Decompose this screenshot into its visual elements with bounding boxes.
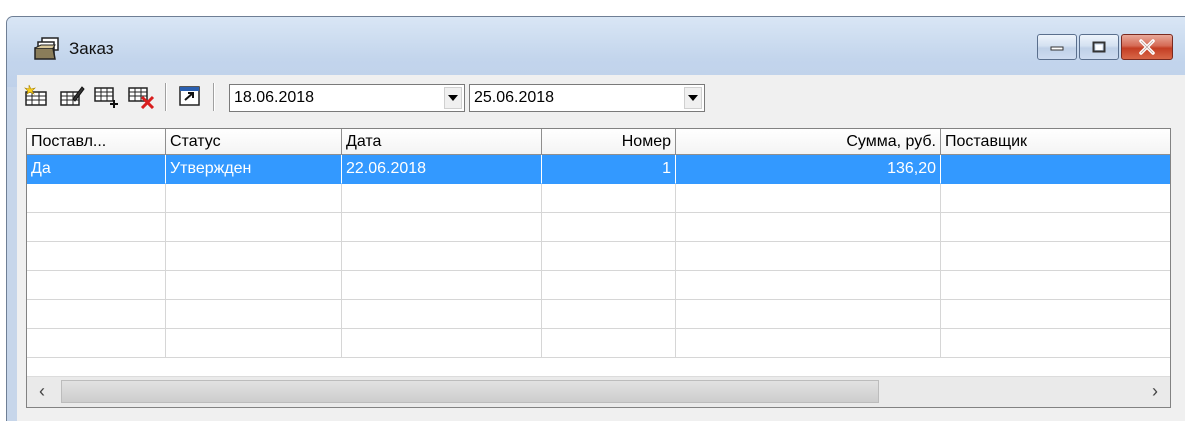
empty-cell xyxy=(676,213,941,242)
empty-cell xyxy=(166,300,342,329)
empty-table-row[interactable] xyxy=(27,271,1170,300)
empty-table-row[interactable] xyxy=(27,329,1170,358)
delete-row-icon xyxy=(128,87,155,110)
window-title: Заказ xyxy=(69,39,114,58)
caption-buttons xyxy=(1035,34,1173,64)
close-button[interactable] xyxy=(1121,34,1173,60)
empty-cell xyxy=(676,329,941,358)
toolbar: 18.06.2018 25.06.2018 xyxy=(17,75,1185,119)
close-icon xyxy=(1139,39,1155,55)
chevron-down-icon xyxy=(448,95,458,101)
add-row-button[interactable] xyxy=(93,83,119,109)
empty-cell xyxy=(542,184,676,213)
empty-table-row[interactable] xyxy=(27,242,1170,271)
empty-cell xyxy=(542,271,676,300)
empty-cell xyxy=(542,213,676,242)
orders-grid[interactable]: Поставл... Статус Дата Номер Сумма, руб.… xyxy=(26,128,1171,408)
cell-supplier xyxy=(941,155,1170,184)
column-header-date[interactable]: Дата xyxy=(342,129,542,155)
empty-cell xyxy=(542,329,676,358)
empty-cell xyxy=(166,271,342,300)
cell-sum: 136,20 xyxy=(676,155,941,184)
empty-cell xyxy=(676,242,941,271)
column-header-status[interactable]: Статус xyxy=(166,129,342,155)
empty-cell xyxy=(941,242,1170,271)
column-header-number[interactable]: Номер xyxy=(542,129,676,155)
empty-table-row[interactable] xyxy=(27,300,1170,329)
empty-cell xyxy=(166,242,342,271)
scroll-left-button[interactable]: ‹ xyxy=(27,377,57,407)
empty-cell xyxy=(941,213,1170,242)
maximize-icon xyxy=(1092,41,1106,53)
grid-header: Поставл... Статус Дата Номер Сумма, руб.… xyxy=(27,129,1170,155)
empty-cell xyxy=(941,184,1170,213)
cell-number: 1 xyxy=(542,155,676,184)
chevron-down-icon xyxy=(688,95,698,101)
minimize-icon xyxy=(1050,46,1064,51)
empty-cell xyxy=(941,329,1170,358)
empty-cell xyxy=(542,242,676,271)
empty-cell xyxy=(676,300,941,329)
empty-cell xyxy=(27,213,166,242)
cell-status: Утвержден xyxy=(166,155,342,184)
empty-cell xyxy=(27,329,166,358)
open-document-button[interactable] xyxy=(177,83,203,109)
date-to-combo[interactable]: 25.06.2018 xyxy=(469,84,705,112)
empty-cell xyxy=(27,271,166,300)
empty-cell xyxy=(27,242,166,271)
empty-cell xyxy=(166,329,342,358)
empty-table-row[interactable] xyxy=(27,213,1170,242)
column-header-delivered[interactable]: Поставл... xyxy=(27,129,166,155)
table-row[interactable]: Да Утвержден 22.06.2018 1 136,20 xyxy=(27,155,1170,184)
empty-cell xyxy=(342,213,542,242)
cell-date: 22.06.2018 xyxy=(342,155,542,184)
empty-cell xyxy=(27,184,166,213)
empty-cell xyxy=(342,329,542,358)
empty-cell xyxy=(166,184,342,213)
new-record-icon xyxy=(24,84,47,106)
empty-cell xyxy=(27,300,166,329)
scroll-right-button[interactable]: › xyxy=(1140,377,1170,407)
delete-row-button[interactable] xyxy=(127,83,155,110)
empty-cell xyxy=(542,300,676,329)
date-from-value: 18.06.2018 xyxy=(234,89,315,106)
empty-cell xyxy=(166,213,342,242)
date-from-dropdown-button[interactable] xyxy=(444,87,462,109)
empty-table-row[interactable] xyxy=(27,184,1170,213)
empty-cell xyxy=(342,184,542,213)
empty-cell xyxy=(941,300,1170,329)
date-from-combo[interactable]: 18.06.2018 xyxy=(229,84,465,112)
column-header-sum[interactable]: Сумма, руб. xyxy=(676,129,941,155)
minimize-button[interactable] xyxy=(1037,34,1077,60)
stacked-documents-icon xyxy=(34,37,59,60)
cell-delivered: Да xyxy=(27,155,166,184)
maximize-button[interactable] xyxy=(1079,34,1119,60)
empty-cell xyxy=(342,271,542,300)
empty-cell xyxy=(676,271,941,300)
empty-cell xyxy=(941,271,1170,300)
empty-cell xyxy=(676,184,941,213)
empty-cell xyxy=(342,300,542,329)
add-row-icon xyxy=(94,87,118,108)
open-document-icon xyxy=(179,86,200,106)
edit-record-button[interactable] xyxy=(59,83,85,109)
horizontal-scrollbar[interactable]: ‹ › xyxy=(27,376,1170,407)
toolbar-separator xyxy=(165,83,167,111)
date-to-value: 25.06.2018 xyxy=(474,89,555,106)
new-record-button[interactable] xyxy=(23,83,49,109)
edit-record-icon xyxy=(60,86,85,106)
date-to-dropdown-button[interactable] xyxy=(684,87,702,109)
empty-cell xyxy=(342,242,542,271)
toolbar-separator xyxy=(213,83,215,111)
scroll-thumb[interactable] xyxy=(61,380,879,403)
title-bar[interactable]: Заказ xyxy=(7,17,1185,75)
column-header-supplier[interactable]: Поставщик xyxy=(941,129,1170,155)
